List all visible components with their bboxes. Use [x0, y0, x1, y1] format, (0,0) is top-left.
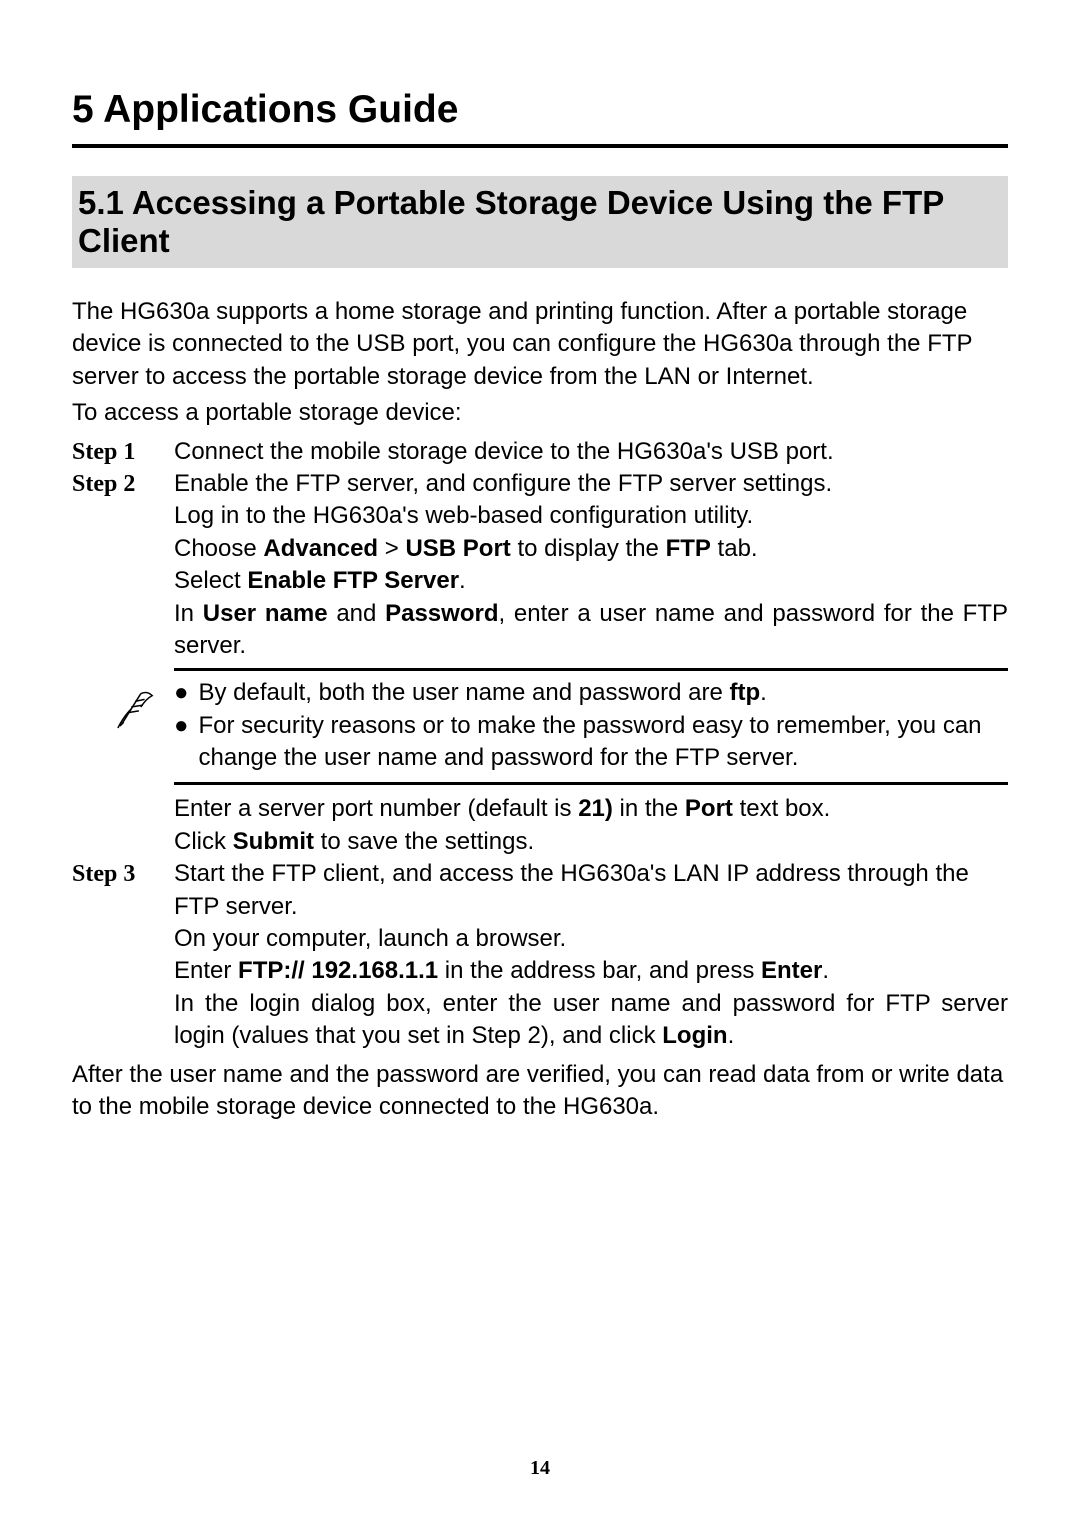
note-bullet-1-text: By default, both the user name and passw…: [199, 677, 767, 709]
note-bullet-2-text: For security reasons or to make the pass…: [199, 710, 1009, 775]
body-text: The HG630a supports a home storage and p…: [72, 296, 1008, 1123]
text: in the: [613, 795, 685, 822]
button-submit: Submit: [233, 828, 314, 855]
text: and: [328, 600, 386, 627]
text: .: [728, 1022, 735, 1049]
instruction-lead: To access a portable storage device:: [72, 397, 1008, 429]
default-port: 21): [578, 795, 613, 822]
steps-list: Step 1 Connect the mobile storage device…: [72, 436, 1008, 1053]
menu-advanced: Advanced: [263, 535, 378, 562]
field-password: Password: [385, 600, 498, 627]
step-2-label: Step 2: [72, 468, 152, 500]
step-3-label: Step 3: [72, 858, 152, 890]
bullet-icon: ●: [174, 677, 189, 708]
step-3-line-1: Start the FTP client, and access the HG6…: [174, 858, 1008, 923]
step-2-line-2: Log in to the HG630a's web-based configu…: [174, 500, 1008, 532]
ftp-address: FTP:// 192.168.1.1: [238, 957, 438, 984]
text: In: [174, 600, 203, 627]
note-bullet-1: ● By default, both the user name and pas…: [174, 677, 1008, 709]
text: text box.: [733, 795, 830, 822]
step-2-line-5: In User name and Password, enter a user …: [174, 598, 1008, 663]
step-2-line-3: Choose Advanced > USB Port to display th…: [174, 533, 1008, 565]
chapter-title: 5 Applications Guide: [72, 88, 1008, 148]
step-1: Step 1 Connect the mobile storage device…: [72, 436, 1008, 468]
step-2-content: Enable the FTP server, and configure the…: [174, 468, 1008, 858]
step-3-line-3: Enter FTP:// 192.168.1.1 in the address …: [174, 955, 1008, 987]
page: 5 Applications Guide 5.1 Accessing a Por…: [0, 0, 1080, 1528]
step-1-label: Step 1: [72, 436, 152, 468]
page-number: 14: [0, 1457, 1080, 1480]
text: tab.: [711, 535, 758, 562]
step-3-line-2: On your computer, launch a browser.: [174, 923, 1008, 955]
text: By default, both the user name and passw…: [199, 679, 730, 706]
step-2-line-7: Click Submit to save the settings.: [174, 826, 1008, 858]
text: to display the: [511, 535, 666, 562]
text: Click: [174, 828, 233, 855]
step-2-line-6: Enter a server port number (default is 2…: [174, 793, 1008, 825]
step-2: Step 2 Enable the FTP server, and config…: [72, 468, 1008, 858]
intro-paragraph: The HG630a supports a home storage and p…: [72, 296, 1008, 393]
text: .: [760, 679, 767, 706]
option-enable-ftp-server: Enable FTP Server: [247, 567, 459, 594]
tab-ftp: FTP: [666, 535, 711, 562]
text: to save the settings.: [314, 828, 534, 855]
field-user-name: User name: [203, 600, 328, 627]
note-box: ● By default, both the user name and pas…: [174, 668, 1008, 785]
closing-paragraph: After the user name and the password are…: [72, 1059, 1008, 1124]
section-title: 5.1 Accessing a Portable Storage Device …: [72, 176, 1008, 268]
text: In the login dialog box, enter the user …: [174, 990, 1008, 1049]
text: .: [459, 567, 466, 594]
button-login: Login: [662, 1022, 727, 1049]
step-2-line-4: Select Enable FTP Server.: [174, 565, 1008, 597]
text: Enter: [174, 957, 238, 984]
key-enter: Enter: [761, 957, 822, 984]
text: .: [822, 957, 829, 984]
note-icon: [116, 685, 156, 731]
text: in the address bar, and press: [438, 957, 761, 984]
note-bullet-2: ● For security reasons or to make the pa…: [174, 710, 1008, 775]
default-credential: ftp: [730, 679, 761, 706]
text: Select: [174, 567, 247, 594]
field-port: Port: [685, 795, 733, 822]
bullet-icon: ●: [174, 710, 189, 741]
note-icon-cell: [116, 677, 156, 731]
text: Enter a server port number (default is: [174, 795, 578, 822]
step-3-content: Start the FTP client, and access the HG6…: [174, 858, 1008, 1052]
note-list: ● By default, both the user name and pas…: [174, 677, 1008, 774]
step-1-text: Connect the mobile storage device to the…: [174, 436, 1008, 468]
step-1-content: Connect the mobile storage device to the…: [174, 436, 1008, 468]
text: >: [378, 535, 405, 562]
step-3: Step 3 Start the FTP client, and access …: [72, 858, 1008, 1052]
text: Choose: [174, 535, 263, 562]
step-3-line-4: In the login dialog box, enter the user …: [174, 988, 1008, 1053]
step-2-line-1: Enable the FTP server, and configure the…: [174, 468, 1008, 500]
menu-usb-port: USB Port: [405, 535, 510, 562]
